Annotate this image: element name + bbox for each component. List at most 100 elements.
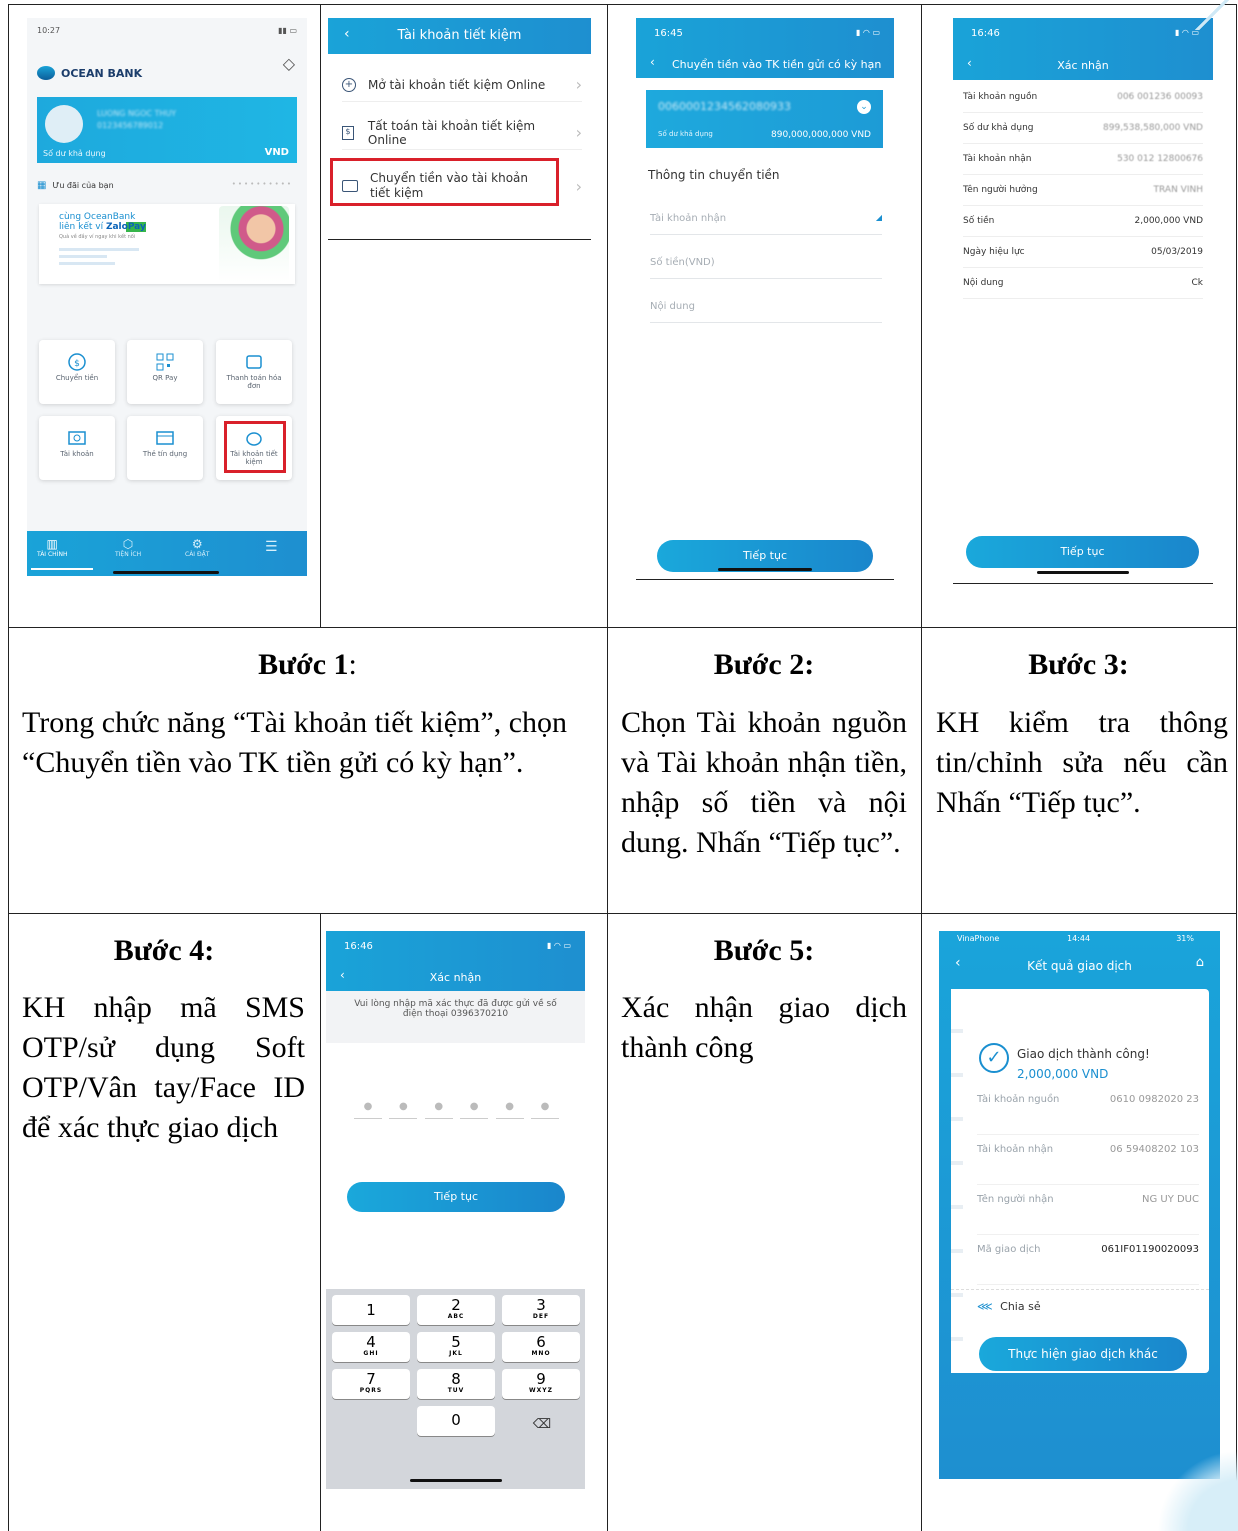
carrier: VinaPhone <box>957 934 1000 943</box>
step5-title: Bước 5: <box>713 934 815 967</box>
check-circle-icon: ✓ <box>979 1043 1009 1073</box>
nav-cai-dat[interactable]: ⚙ CÀI ĐẶT <box>185 537 209 558</box>
result-row-value: 06 59408202 103 <box>1109 1144 1199 1155</box>
confirm-row-value: 899,538,580,000 VND <box>1103 123 1203 133</box>
tile-the-tin-dung[interactable]: Thẻ tín dụng <box>127 416 203 480</box>
nav-tien-ich[interactable]: ⬡ TIỆN ÍCH <box>115 537 141 558</box>
key-9[interactable]: 9 WXYZ <box>502 1369 580 1399</box>
new-transaction-button[interactable]: Thực hiện giao dịch khác <box>979 1337 1187 1371</box>
promo-woman-image <box>219 206 289 282</box>
box-icon: ⬡ <box>122 537 134 551</box>
promo-sub: Quà về đầy ví ngay khi kết nối <box>59 234 136 240</box>
recipient-account-field[interactable]: Tài khoản nhận ◢ <box>650 203 882 235</box>
backspace-icon[interactable]: ⌫ <box>504 1410 580 1440</box>
gift-icon: ▦ <box>37 180 47 191</box>
source-account-card[interactable]: 0060001234562080933 ⌄ Số dư khả dụng 890… <box>646 90 883 148</box>
key-letters: WXYZ <box>529 1387 553 1394</box>
nav-tai-chinh[interactable]: ▥ TÀI CHÍNH <box>37 537 67 558</box>
status-time: 16:46 <box>971 28 1000 39</box>
key-4[interactable]: 4 GHI <box>332 1332 410 1362</box>
decorative-swoosh <box>1160 0 1238 30</box>
step5-text: Xác nhận giao dịch thành công <box>621 991 907 1064</box>
tile-qr-pay[interactable]: QR Pay <box>127 340 203 404</box>
result-row: Mã giao dịch 061IF01190020093 <box>977 1235 1199 1285</box>
key-digit: 6 <box>536 1333 546 1351</box>
result-row-value: NG UY DUC <box>1141 1194 1199 1205</box>
key-3[interactable]: 3 DEF <box>502 1295 580 1325</box>
key-2[interactable]: 2 ABC <box>417 1295 495 1325</box>
dropdown-icon[interactable]: ⌄ <box>857 100 871 114</box>
key-6[interactable]: 6 MNO <box>502 1332 580 1362</box>
amount: 2,000,000 VND <box>1017 1067 1109 1081</box>
key-digit: 0 <box>451 1411 461 1429</box>
battery: 31% <box>1176 934 1194 943</box>
carousel-dots[interactable]: •••••••••• <box>232 180 293 188</box>
result-row: Tên người nhận NG UY DUC <box>977 1185 1199 1235</box>
otp-input[interactable]: ● ● ● ● ● ● <box>354 1101 559 1119</box>
key-letters: GHI <box>363 1350 379 1357</box>
home-icon[interactable]: ⌂ <box>1196 955 1204 970</box>
share-row[interactable]: ⋘ Chia sẻ <box>951 1289 1209 1313</box>
key-0[interactable]: 0 <box>417 1406 495 1436</box>
key-8[interactable]: 8 TUV <box>417 1369 495 1399</box>
screen-home: 10:27 ▮▮ ▭ OCEAN BANK ◇ LUONG NGOC THUY … <box>27 18 307 576</box>
confirm-row-value: Ck <box>1191 278 1204 288</box>
screen-savings-menu: ‹ Tài khoản tiết kiệm + Mở tài khoản tiế… <box>328 18 591 240</box>
screen-confirm: 16:46 ▮ ◠ ▭ ‹ Xác nhận Tài khoản nguồn 00… <box>953 18 1213 584</box>
confirm-row: Số tiền 2,000,000 VND <box>963 206 1203 237</box>
tile-tai-khoan[interactable]: Tài khoản <box>39 416 115 480</box>
page-title: Chuyển tiền vào TK tiền gửi có kỳ hạn <box>672 58 882 71</box>
bank-icon: ▥ <box>46 537 58 551</box>
step1-text: Trong chức năng “Tài khoản tiết kiệm”, c… <box>22 706 568 779</box>
key-digit: 7 <box>366 1370 376 1388</box>
page-title: Kết quả giao dịch <box>1027 959 1132 973</box>
bank-name: OCEAN BANK <box>61 66 143 80</box>
notification-icon[interactable]: ◇ <box>283 54 295 73</box>
key-letters: MNO <box>531 1350 551 1357</box>
result-list: Tài khoản nguồn 0610 0982020 23 Tài khoản … <box>977 1085 1199 1285</box>
page-title: Xác nhận <box>429 971 482 984</box>
triangle-icon: ◢ <box>875 213 882 222</box>
key-digit: 5 <box>451 1333 461 1351</box>
confirm-row: Số dư khả dụng 899,538,580,000 VND <box>963 113 1203 144</box>
confirm-row-value: 2,000,000 VND <box>1134 216 1203 226</box>
screen-transfer-form: 16:45 ▮ ◠ ▭ ‹ Chuyển tiền vào TK tiền gử… <box>636 18 894 580</box>
promo-banner[interactable]: cùng OceanBank liên kết ví ZaloPay Quà v… <box>39 204 295 284</box>
confirm-row-value: 05/03/2019 <box>1151 247 1203 257</box>
result-row-label: Tên người nhận <box>977 1194 1054 1205</box>
menu-icon[interactable]: ☰ <box>265 539 278 555</box>
confirm-row-label: Tên người hưởng <box>963 185 1038 195</box>
step2-title: Bước 2: <box>713 648 815 681</box>
status-time: 14:44 <box>1067 934 1091 943</box>
amount-field[interactable]: Số tiền(VND) <box>650 247 882 279</box>
key-letters: TUV <box>447 1387 465 1394</box>
key-digit: 1 <box>366 1301 376 1319</box>
key-letters: PQRS <box>359 1387 383 1394</box>
confirm-row-label: Số tiền <box>963 216 995 226</box>
balance-value: 890,000,000,000 VND <box>771 130 871 140</box>
bottom-nav: ▥ TÀI CHÍNH ⬡ TIỆN ÍCH ⚙ CÀI ĐẶT ☰ <box>27 531 307 576</box>
continue-button[interactable]: Tiếp tục <box>966 536 1199 568</box>
confirm-row-label: Ngày hiệu lực <box>963 247 1025 257</box>
key-5[interactable]: 5 JKL <box>417 1332 495 1362</box>
step3-title: Bước 3: <box>1028 648 1129 681</box>
key-1[interactable]: 1 <box>332 1295 410 1325</box>
confirm-row: Ngày hiệu lực 05/03/2019 <box>963 237 1203 268</box>
confirm-row-label: Tài khoản nguồn <box>963 92 1038 102</box>
key-letters: DEF <box>532 1313 550 1320</box>
result-row-label: Tài khoản nguồn <box>977 1094 1060 1105</box>
tile-chuyen-tien[interactable]: $ Chuyển tiền <box>39 340 115 404</box>
section-title: Thông tin chuyển tiền <box>648 168 780 182</box>
back-icon[interactable]: ‹ <box>650 55 655 69</box>
key-7[interactable]: 7 PQRS <box>332 1369 410 1399</box>
tile-thanh-toan[interactable]: Thanh toán hóa đơn <box>216 340 292 404</box>
continue-button[interactable]: Tiếp tục <box>347 1182 565 1212</box>
page-title: Xác nhận <box>1057 59 1109 72</box>
menu-item-open[interactable]: + Mở tài khoản tiết kiệm Online › <box>342 68 582 102</box>
account-card[interactable]: LUONG NGOC THUY 0123456789012 Số dư khả … <box>37 97 297 163</box>
menu-item-close[interactable]: $ Tất toán tài khoản tiết kiệm Online › <box>342 116 582 150</box>
content-field[interactable]: Nội dung <box>650 291 882 323</box>
oceanbank-logo-icon <box>37 66 55 80</box>
confirm-list: Tài khoản nguồn 006 001236 00093 Số dư khả… <box>963 82 1203 299</box>
result-row: Tài khoản nhận 06 59408202 103 <box>977 1135 1199 1185</box>
